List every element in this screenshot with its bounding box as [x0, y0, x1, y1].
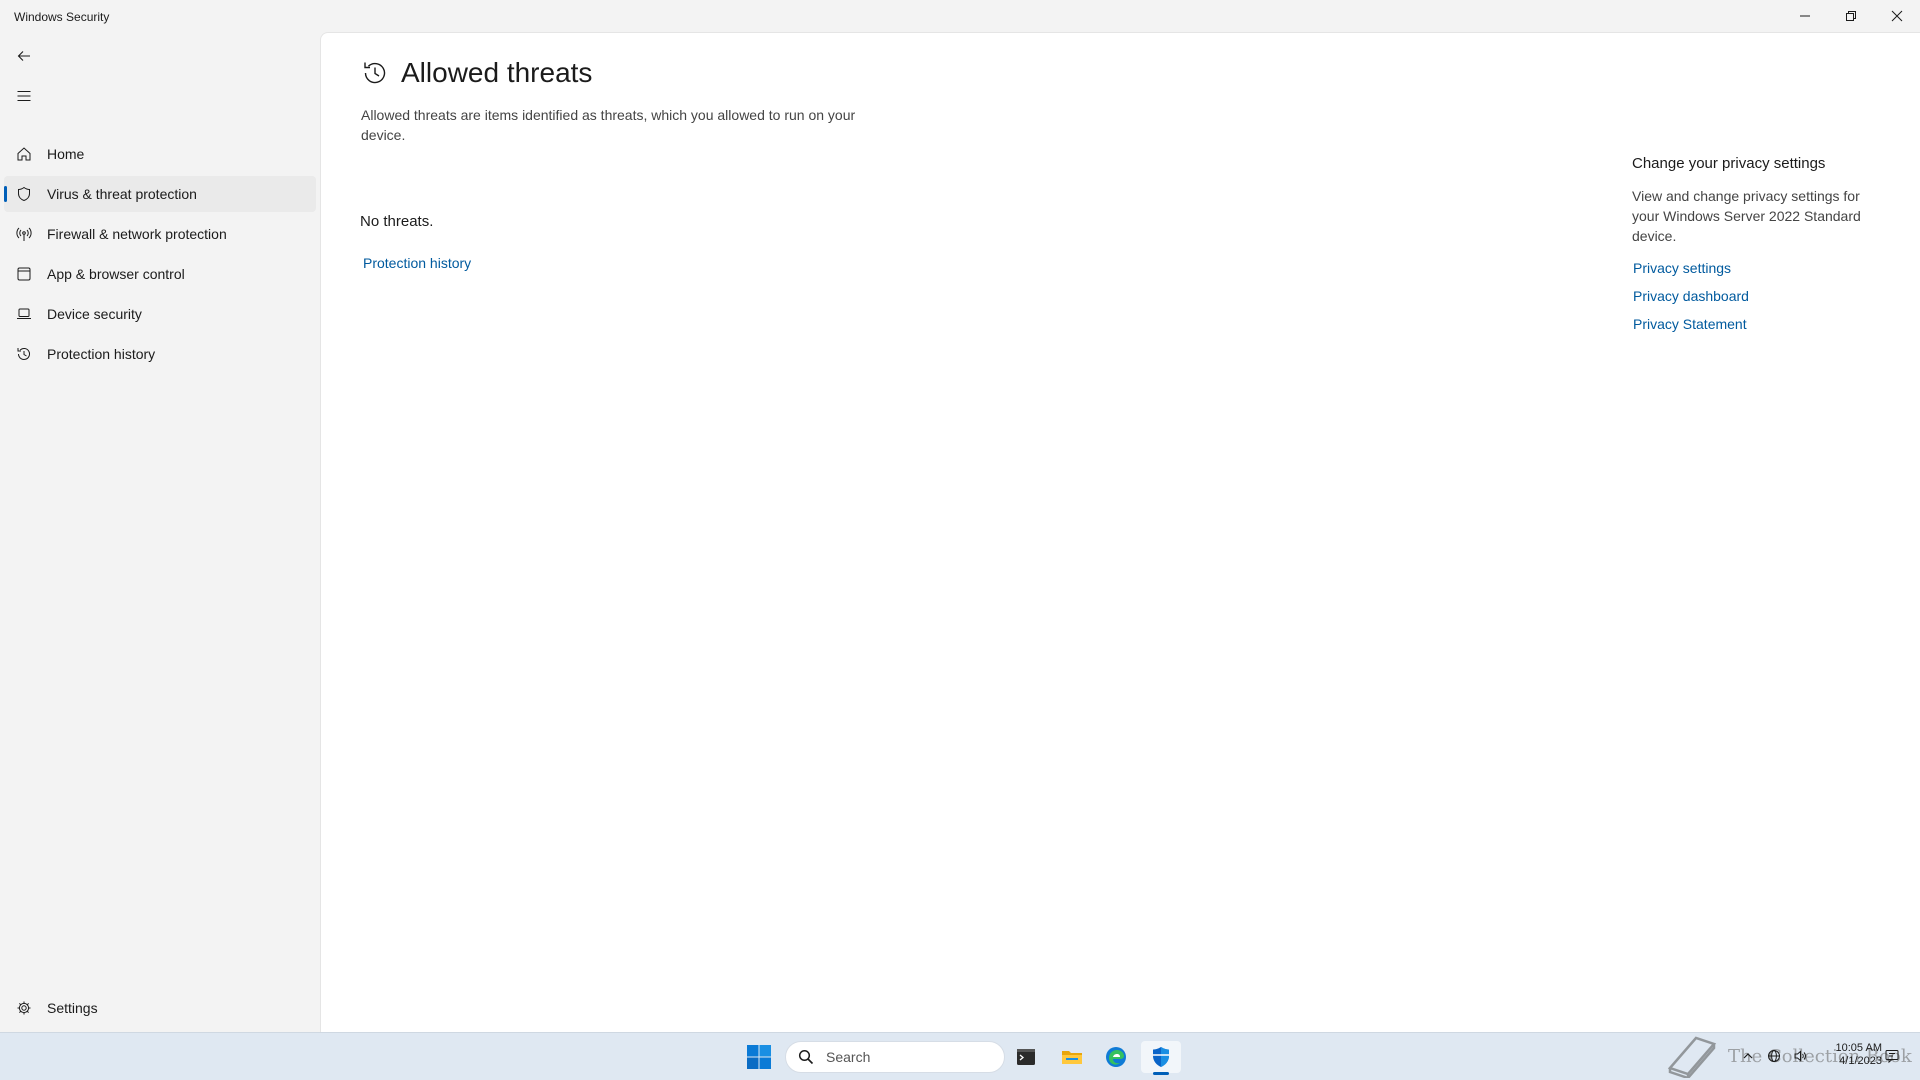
app-window-icon: [16, 266, 32, 282]
privacy-settings-link[interactable]: Privacy settings: [1632, 254, 1872, 282]
sidebar-item-label: Virus & threat protection: [47, 186, 197, 202]
history-icon: [361, 59, 389, 87]
privacy-panel: Change your privacy settings View and ch…: [1632, 155, 1872, 338]
sidebar-nav: Home Virus & threat protection Firewall …: [4, 136, 316, 376]
taskbar-app-edge[interactable]: [1096, 1041, 1136, 1073]
home-icon: [16, 146, 32, 162]
show-hidden-icons-button[interactable]: [1738, 1046, 1758, 1066]
sidebar-item-label: Device security: [47, 306, 142, 322]
terminal-icon: [1017, 1049, 1035, 1065]
minimize-icon: [1800, 15, 1810, 17]
volume-button[interactable]: [1790, 1046, 1810, 1066]
taskbar-clock[interactable]: 10:05 AM 4/1/2023: [1818, 1042, 1882, 1068]
privacy-statement-link[interactable]: Privacy Statement: [1632, 310, 1872, 338]
system-tray: [1738, 1032, 1810, 1080]
laptop-icon: [16, 306, 32, 322]
sidebar-item-firewall-network-protection[interactable]: Firewall & network protection: [4, 216, 316, 252]
close-button[interactable]: [1874, 0, 1920, 32]
antenna-icon: [16, 226, 32, 242]
title-bar: Windows Security: [0, 0, 1920, 32]
sidebar-item-label: Protection history: [47, 346, 156, 362]
clock-time: 10:05 AM: [1835, 1042, 1882, 1054]
windows-security-window: Windows Security Home Virus & threat pro…: [0, 0, 1920, 1032]
restore-icon: [1846, 11, 1856, 21]
back-button[interactable]: [10, 42, 38, 70]
privacy-dashboard-link[interactable]: Privacy dashboard: [1632, 282, 1872, 310]
page-title: Allowed threats: [401, 57, 593, 88]
protection-history-link[interactable]: Protection history: [363, 255, 471, 271]
speaker-icon: [1794, 1050, 1806, 1062]
book-icon: [1667, 1036, 1717, 1078]
gear-icon: [16, 1000, 32, 1016]
sidebar-item-protection-history[interactable]: Protection history: [4, 336, 316, 372]
page-header: Allowed threats: [361, 57, 592, 89]
privacy-description: View and change privacy settings for you…: [1632, 188, 1861, 244]
main-content: Allowed threats Allowed threats are item…: [320, 32, 1920, 1032]
windows-security-icon: [1153, 1047, 1169, 1067]
edge-icon: [1106, 1047, 1126, 1067]
window-controls: [1782, 0, 1920, 32]
clock-date: 4/1/2023: [1839, 1055, 1882, 1067]
globe-icon: [1768, 1050, 1780, 1062]
sidebar-item-home[interactable]: Home: [4, 136, 316, 172]
notification-icon: [1885, 1050, 1899, 1064]
menu-button[interactable]: [10, 82, 38, 110]
close-icon: [1891, 10, 1903, 22]
sidebar-item-label: Home: [47, 146, 85, 162]
sidebar-item-label: Firewall & network protection: [47, 226, 227, 242]
network-status-button[interactable]: [1764, 1046, 1784, 1066]
hamburger-menu-icon: [17, 90, 31, 102]
start-icon: [747, 1045, 771, 1069]
privacy-heading: Change your privacy settings: [1632, 155, 1826, 172]
file-explorer-icon: [1062, 1051, 1082, 1064]
taskbar-app-file-explorer[interactable]: [1052, 1041, 1092, 1073]
search-placeholder: Search: [826, 1049, 871, 1065]
taskbar-app-windows-security[interactable]: [1141, 1041, 1181, 1075]
minimize-button[interactable]: [1782, 0, 1828, 32]
page-description: Allowed threats are items identified as …: [361, 107, 856, 143]
sidebar-item-settings[interactable]: Settings: [4, 990, 316, 1026]
sidebar-item-label: Settings: [47, 1000, 98, 1016]
history-icon: [16, 346, 32, 362]
sidebar-item-label: App & browser control: [47, 266, 185, 282]
taskbar: Search: [0, 1032, 1920, 1080]
start-button[interactable]: [745, 1043, 773, 1071]
taskbar-app-terminal[interactable]: [1006, 1041, 1046, 1073]
search-icon: [798, 1049, 814, 1065]
sidebar: Home Virus & threat protection Firewall …: [0, 32, 320, 1032]
taskbar-search-box[interactable]: Search: [785, 1041, 1005, 1073]
sidebar-item-virus-threat-protection[interactable]: Virus & threat protection: [4, 176, 316, 212]
shield-icon: [16, 186, 32, 202]
sidebar-item-app-browser-control[interactable]: App & browser control: [4, 256, 316, 292]
threat-status-text: No threats.: [360, 213, 434, 230]
window-title: Windows Security: [14, 10, 110, 24]
sidebar-item-device-security[interactable]: Device security: [4, 296, 316, 332]
back-arrow-icon: [17, 51, 30, 61]
restore-button[interactable]: [1828, 0, 1874, 32]
chevron-up-icon: [1743, 1053, 1753, 1059]
notification-center-button[interactable]: [1884, 1048, 1900, 1064]
